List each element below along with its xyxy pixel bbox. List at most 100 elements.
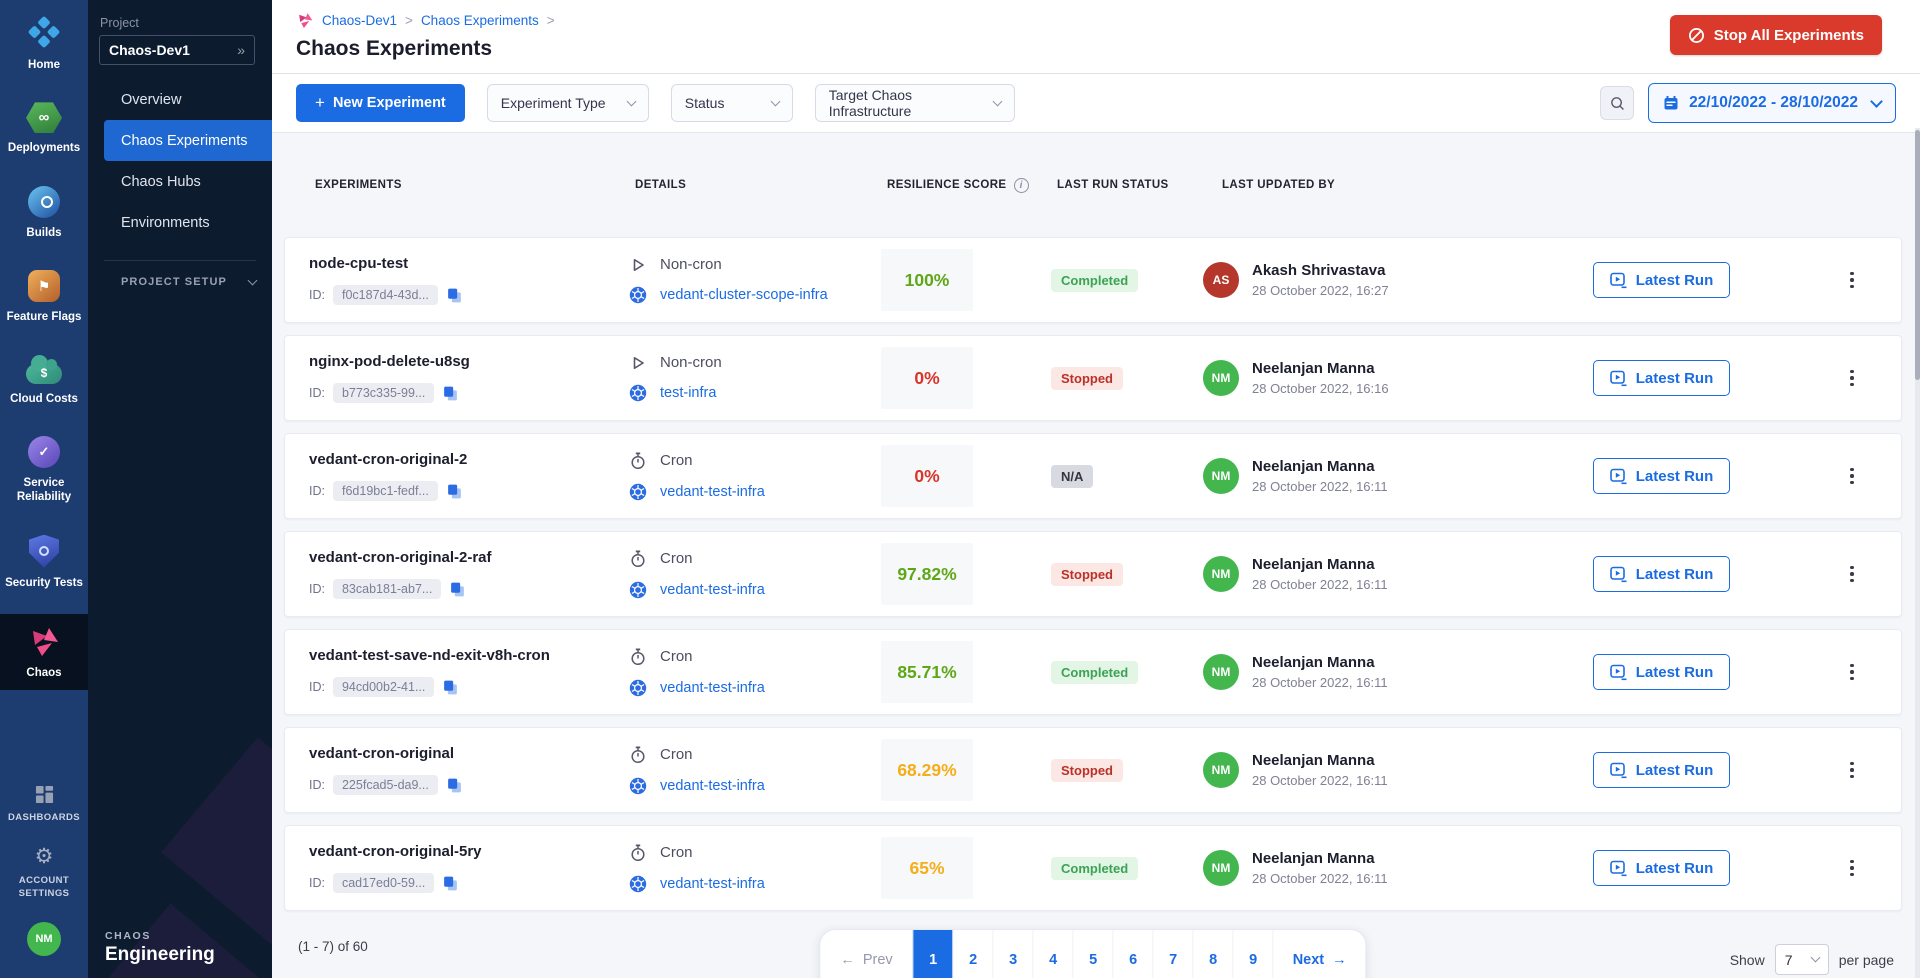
kebab-menu-button[interactable] [1844,364,1860,393]
rail-item-account-settings[interactable]: ⚙ ACCOUNT SETTINGS [0,836,88,910]
rail-item-cloud-costs[interactable]: $ Cloud Costs [0,345,88,416]
module-rail: Home ∞ Deployments Builds ⚑ Feature Flag… [0,0,88,978]
noncron-icon [629,355,647,371]
module-title: Engineering [105,944,215,966]
sidebar-item-chaos-experiments[interactable]: Chaos Experiments [104,120,272,161]
latest-run-button[interactable]: Latest Run [1593,360,1730,396]
infrastructure-link[interactable]: vedant-test-infra [660,876,765,892]
rail-item-deployments[interactable]: ∞ Deployments [0,92,88,165]
target-infrastructure-filter[interactable]: Target Chaos Infrastructure [815,84,1015,122]
stop-all-experiments-button[interactable]: Stop All Experiments [1670,15,1882,55]
project-sidebar: Project Chaos-Dev1 » Overview Chaos Expe… [88,0,272,978]
rail-item-dashboards[interactable]: DASHBOARDS [0,775,88,834]
info-icon[interactable]: i [1014,178,1029,193]
project-selector[interactable]: Chaos-Dev1 » [99,35,255,65]
avatar: NM [1203,360,1239,396]
breadcrumb-experiments-link[interactable]: Chaos Experiments [421,13,539,28]
next-arrow-icon: → [1332,952,1347,968]
breadcrumb-project-link[interactable]: Chaos-Dev1 [322,13,397,28]
rail-item-chaos[interactable]: Chaos [0,614,88,690]
prev-page-button[interactable]: ← Prev [820,930,912,978]
latest-run-button[interactable]: Latest Run [1593,752,1730,788]
kebab-menu-button[interactable] [1844,560,1860,589]
id-label: ID: [309,680,325,694]
kebab-menu-button[interactable] [1844,266,1860,295]
search-button[interactable] [1600,86,1634,120]
next-page-button[interactable]: Next → [1273,930,1366,978]
pagination-bar: (1 - 7) of 60 ← Prev 123456789 Next → Sh… [284,923,1902,978]
copy-icon[interactable] [442,679,459,696]
project-setup-toggle[interactable]: PROJECT SETUP [121,276,256,288]
experiment-type: Cron [660,452,693,469]
scrollbar-thumb[interactable] [1915,130,1920,380]
page-button-8[interactable]: 8 [1193,930,1233,978]
copy-icon[interactable] [446,287,463,304]
user-name: Neelanjan Manna [1252,654,1388,671]
rail-item-service-reliability[interactable]: ✓ Service Reliability [0,426,88,515]
experiment-id: 83cab181-ab7... [333,579,441,599]
page-button-1[interactable]: 1 [913,930,953,978]
page-button-7[interactable]: 7 [1153,930,1193,978]
experiment-id: f0c187d4-43d... [333,285,438,305]
kebab-menu-button[interactable] [1844,756,1860,785]
id-label: ID: [309,484,325,498]
rail-item-feature-flags[interactable]: ⚑ Feature Flags [0,260,88,334]
run-icon [1610,370,1628,387]
copy-icon[interactable] [442,385,459,402]
infrastructure-link[interactable]: test-infra [660,385,716,401]
rail-label: DASHBOARDS [8,812,80,824]
page-button-2[interactable]: 2 [953,930,993,978]
sidebar-item-overview[interactable]: Overview [104,79,272,120]
latest-run-button[interactable]: Latest Run [1593,556,1730,592]
latest-run-button[interactable]: Latest Run [1593,850,1730,886]
copy-icon[interactable] [442,875,459,892]
date-range-picker[interactable]: 22/10/2022 - 28/10/2022 [1648,83,1896,123]
project-name: Chaos-Dev1 [109,42,190,58]
toolbar: + New Experiment Experiment Type Status … [272,74,1920,133]
sidebar-item-environments[interactable]: Environments [104,202,272,243]
per-page-select[interactable]: 7 [1775,944,1829,975]
table-row: node-cpu-test ID: f0c187d4-43d... [284,237,1902,323]
latest-run-button[interactable]: Latest Run [1593,654,1730,690]
infrastructure-link[interactable]: vedant-test-infra [660,680,765,696]
page-button-9[interactable]: 9 [1233,930,1273,978]
id-label: ID: [309,288,325,302]
experiment-rows: node-cpu-test ID: f0c187d4-43d... [284,237,1902,923]
rail-item-builds[interactable]: Builds [0,176,88,250]
experiment-type: Cron [660,550,693,567]
page-button-4[interactable]: 4 [1033,930,1073,978]
infrastructure-link[interactable]: vedant-test-infra [660,484,765,500]
latest-run-button[interactable]: Latest Run [1593,262,1730,298]
sidebar-item-chaos-hubs[interactable]: Chaos Hubs [104,161,272,202]
user-avatar: NM [27,922,61,956]
kebab-menu-button[interactable] [1844,462,1860,491]
copy-icon[interactable] [449,581,466,598]
run-icon [1610,664,1628,681]
experiment-name: nginx-pod-delete-u8sg [309,353,629,370]
table-header-row: EXPERIMENTS DETAILS RESILIENCE SCORE i L… [284,133,1902,237]
latest-run-button[interactable]: Latest Run [1593,458,1730,494]
kebab-menu-button[interactable] [1844,658,1860,687]
rail-item-security-tests[interactable]: Security Tests [0,525,88,600]
page-button-3[interactable]: 3 [993,930,1033,978]
updated-date: 28 October 2022, 16:11 [1252,871,1388,886]
chevron-down-icon [248,275,258,285]
resilience-score: 68.29% [881,739,973,801]
experiment-type-filter[interactable]: Experiment Type [487,84,649,122]
infrastructure-link[interactable]: vedant-test-infra [660,582,765,598]
page-button-5[interactable]: 5 [1073,930,1113,978]
kubernetes-icon [629,875,647,893]
status-filter[interactable]: Status [671,84,793,122]
status-badge: N/A [1051,465,1093,488]
rail-item-profile[interactable]: NM [0,912,88,966]
infrastructure-link[interactable]: vedant-cluster-scope-infra [660,287,828,303]
page-button-6[interactable]: 6 [1113,930,1153,978]
new-experiment-button[interactable]: + New Experiment [296,84,465,122]
infrastructure-link[interactable]: vedant-test-infra [660,778,765,794]
user-name: Neelanjan Manna [1252,850,1388,867]
rail-item-home[interactable]: Home [0,4,88,82]
kebab-menu-button[interactable] [1844,854,1860,883]
copy-icon[interactable] [446,483,463,500]
latest-run-label: Latest Run [1636,860,1714,877]
copy-icon[interactable] [446,777,463,794]
